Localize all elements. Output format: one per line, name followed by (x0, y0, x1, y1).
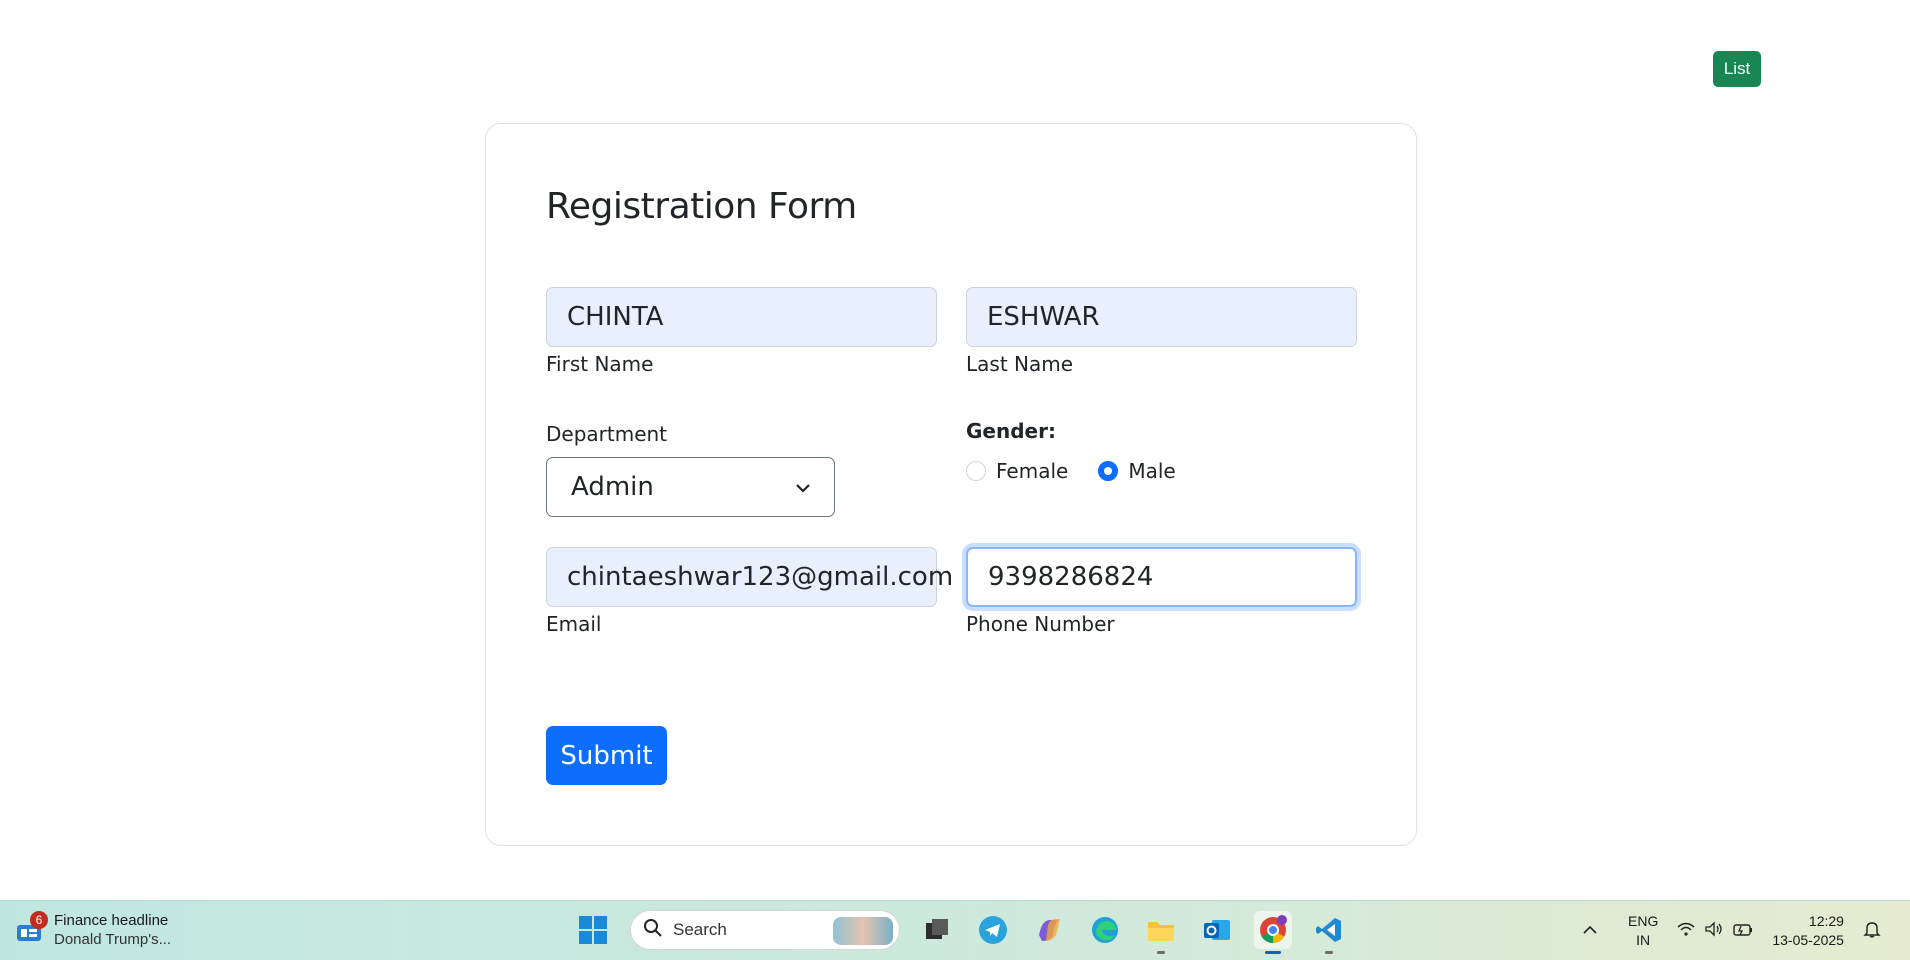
phone-number-input[interactable]: 9398286824 (966, 547, 1357, 607)
department-label: Department (546, 422, 668, 446)
start-icon[interactable] (574, 911, 612, 949)
notification-bell-icon[interactable] (1862, 919, 1882, 944)
news-badge: 6 (30, 911, 48, 929)
email-label: Email (546, 612, 602, 636)
task-view-icon[interactable] (918, 911, 956, 949)
page: List Registration Form CHINTA First Name… (0, 0, 1910, 900)
taskbar: 6 Finance headline Donald Trump's... Sea… (0, 900, 1910, 960)
vscode-icon[interactable] (1310, 911, 1348, 954)
clock-date: 13-05-2025 (1772, 932, 1844, 948)
department-selected-value: Admin (571, 472, 654, 502)
taskbar-apps: Search (574, 910, 1348, 954)
last-name-input[interactable]: ESHWAR (966, 287, 1357, 347)
file-explorer-icon[interactable] (1142, 911, 1180, 954)
gender-label: Gender: (966, 419, 1056, 443)
wifi-icon (1676, 921, 1696, 942)
chrome-icon[interactable] (1254, 911, 1292, 954)
running-indicator (1157, 951, 1165, 954)
telegram-icon[interactable] (974, 911, 1012, 949)
clock-time: 12:29 (1808, 913, 1844, 929)
running-indicator (1325, 951, 1333, 954)
submit-button[interactable]: Submit (546, 726, 667, 785)
phone-number-value: 9398286824 (988, 562, 1154, 592)
gender-radio-female[interactable] (966, 461, 986, 481)
gender-radio-group: Female Male (966, 459, 1196, 483)
list-button[interactable]: List (1713, 51, 1761, 87)
news-subtitle: Donald Trump's... (54, 931, 172, 948)
chevron-down-icon (796, 478, 810, 497)
outlook-icon[interactable] (1198, 911, 1236, 949)
form-title: Registration Form (546, 186, 857, 227)
search-icon (643, 918, 663, 943)
department-select[interactable]: Admin (546, 457, 835, 517)
language-code: ENG (1628, 913, 1659, 929)
taskbar-search[interactable]: Search (630, 910, 900, 950)
last-name-label: Last Name (966, 352, 1074, 376)
language-indicator[interactable]: ENG IN (1628, 912, 1658, 950)
phone-number-label: Phone Number (966, 612, 1115, 636)
system-tray: ENG IN 12:29 13-05-2025 (1582, 909, 1882, 953)
gender-option-female-label[interactable]: Female (996, 459, 1068, 483)
gender-option-male-label[interactable]: Male (1128, 459, 1175, 483)
email-value: chintaeshwar123@gmail.com (567, 562, 954, 592)
news-widget[interactable]: 6 Finance headline Donald Trump's... (14, 911, 171, 949)
news-title: Finance headline (54, 912, 169, 929)
search-highlight-image (833, 917, 893, 945)
first-name-value: CHINTA (567, 302, 664, 332)
first-name-label: First Name (546, 352, 654, 376)
gender-radio-male[interactable] (1098, 461, 1119, 481)
clock[interactable]: 12:29 13-05-2025 (1772, 912, 1844, 950)
widgets-icon: 6 (14, 911, 48, 945)
volume-icon (1704, 920, 1724, 942)
search-label: Search (673, 920, 727, 939)
battery-icon (1732, 921, 1754, 942)
email-input[interactable]: chintaeshwar123@gmail.com (546, 547, 953, 607)
region-code: IN (1636, 932, 1651, 948)
registration-card: Registration Form CHINTA First Name ESHW… (485, 123, 1417, 846)
active-indicator (1265, 951, 1281, 954)
chevron-up-icon[interactable] (1582, 922, 1598, 940)
edge-icon[interactable] (1086, 911, 1124, 949)
last-name-value: ESHWAR (987, 302, 1100, 332)
copilot-icon[interactable] (1030, 911, 1068, 949)
first-name-input[interactable]: CHINTA (546, 287, 937, 347)
quick-settings[interactable] (1676, 920, 1754, 942)
